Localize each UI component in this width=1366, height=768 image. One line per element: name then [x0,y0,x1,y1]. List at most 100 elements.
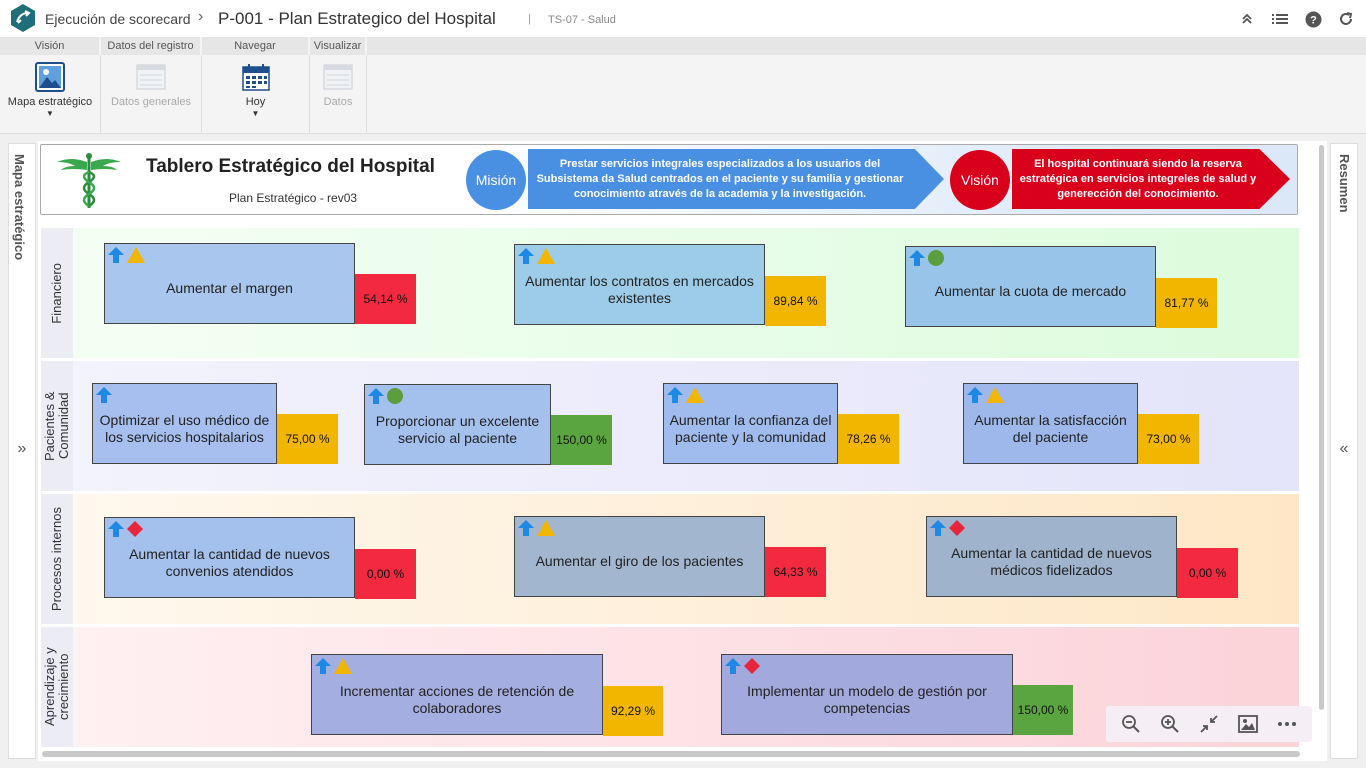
perspective-label: Pacientes & Comunidad [42,391,71,461]
objective-title: Aumentar el margen [166,280,293,296]
objective-percentage: 73,00 % [1138,414,1199,464]
perspective-label: Financiero [49,262,64,324]
status-circle-icon [928,250,944,266]
dropdown-caret-icon: ▼ [46,109,54,118]
ribbon-tab-datos-registro: Datos del registro [101,37,202,55]
datos-generales-button[interactable]: Datos generales [101,55,202,134]
expand-panel-icon[interactable]: » [10,440,34,458]
objective-card[interactable]: Incrementar acciones de retención de col… [311,654,603,735]
alert-diamond-icon [127,521,143,537]
objective-indicators [930,520,965,536]
objective-indicators [518,248,555,264]
breadcrumb-chevron-icon: › [198,8,204,25]
help-icon[interactable]: ? [1303,9,1323,29]
objective-card[interactable]: Aumentar el margen [104,243,355,324]
collapse-panel-icon[interactable]: « [1332,440,1356,458]
objective-percentage: 78,26 % [838,414,899,464]
trend-up-icon [518,248,534,264]
objective-title: Optimizar el uso médico de los servicios… [99,411,270,445]
mision-badge: Misión [466,150,526,210]
mapa-label: Mapa estratégico [7,96,93,108]
list-icon[interactable] [1270,9,1290,29]
strategy-map-canvas: Tablero Estratégico del Hospital Plan Es… [38,141,1327,761]
warning-triangle-icon [986,387,1004,403]
objective-title: Aumentar la cantidad de nuevos convenios… [129,545,330,579]
objective-title: Aumentar el giro de los pacientes [535,553,744,569]
form-icon [323,64,353,90]
objective-title: Proporcionar un excelente servicio al pa… [375,412,540,446]
app-logo-icon[interactable] [8,3,38,33]
trend-up-icon [967,387,983,403]
caduceus-icon [57,153,121,208]
trend-up-icon [930,520,946,536]
hoy-button[interactable]: Hoy ▼ [202,55,310,134]
trend-up-icon [108,247,124,263]
objective-indicators [909,250,944,266]
zoom-in-icon[interactable] [1158,712,1182,736]
horizontal-scrollbar[interactable] [42,751,1300,757]
datos-button[interactable]: Datos [310,55,367,134]
left-panel-mapa-estrategico: Mapa estratégico » [8,143,36,759]
scorecard-title: Tablero Estratégico del Hospital [146,156,435,177]
objective-card[interactable]: Aumentar la cuota de mercado [905,246,1156,327]
right-panel-title: Resumen [1337,154,1352,213]
objective-indicators [315,658,352,674]
objective-card[interactable]: Aumentar la satisfacción del paciente [963,383,1138,464]
objective-title: Aumentar la confianza del paciente y la … [669,411,832,445]
vision-text: El hospital continuará siendo la reserva… [1012,149,1290,209]
objective-card[interactable]: Proporcionar un excelente servicio al pa… [364,384,551,465]
left-panel-title: Mapa estratégico [12,154,27,261]
context-label: TS-07 - Salud [548,14,616,26]
objective-percentage: 150,00 % [1013,685,1073,735]
objective-percentage: 0,00 % [1177,548,1238,598]
trend-up-icon [909,250,925,266]
objective-card[interactable]: Aumentar la confianza del paciente y la … [663,383,838,464]
objective-title: Incrementar acciones de retención de col… [339,682,575,716]
vision-badge: Visión [950,150,1010,210]
objective-card[interactable]: Aumentar el giro de los pacientes [514,516,765,597]
objective-indicators [667,387,704,403]
warning-triangle-icon [537,520,555,536]
ribbon-tab-visualizar: Visualizar [310,37,367,55]
objective-card[interactable]: Aumentar los contratos en mercados exist… [514,244,765,325]
objective-title: Aumentar los contratos en mercados exist… [525,272,754,306]
vertical-scrollbar[interactable] [1319,145,1324,710]
scorecard-header: Tablero Estratégico del Hospital Plan Es… [40,144,1298,215]
fit-screen-icon[interactable] [1197,712,1221,736]
export-image-icon[interactable] [1236,712,1260,736]
trend-up-icon [96,387,112,403]
objective-card[interactable]: Aumentar la cantidad de nuevos médicos f… [926,516,1177,597]
mapa-estrategico-button[interactable]: Mapa estratégico ▼ [0,55,101,134]
collapse-up-icon[interactable] [1237,9,1257,29]
warning-triangle-icon [334,658,352,674]
ribbon-tab-vision: Visión [0,37,101,55]
objective-indicators [967,387,1004,403]
datos-generales-label: Datos generales [110,96,192,108]
objective-indicators [725,658,760,674]
top-actions: ? [1237,9,1356,29]
objective-percentage: 150,00 % [551,415,612,465]
objective-card[interactable]: Implementar un modelo de gestión por com… [721,654,1013,735]
dropdown-caret-icon: ▼ [251,109,260,118]
objective-title: Aumentar la satisfacción del paciente [974,411,1127,445]
objective-percentage: 54,14 % [355,274,416,324]
trend-up-icon [667,387,683,403]
objective-percentage: 0,00 % [355,549,416,599]
objective-card[interactable]: Aumentar la cantidad de nuevos convenios… [104,517,355,598]
objective-percentage: 64,33 % [765,547,826,597]
hoy-label: Hoy [245,96,266,108]
trend-up-icon [368,388,384,404]
perspective-label: Procesos internos [49,506,64,612]
ribbon-tab-navegar: Navegar [202,37,310,55]
objective-card[interactable]: Optimizar el uso médico de los servicios… [92,383,277,464]
trend-up-icon [315,658,331,674]
alert-diamond-icon [949,520,965,536]
objective-indicators [518,520,555,536]
refresh-icon[interactable] [1336,9,1356,29]
breadcrumb-section[interactable]: Ejecución de scorecard [45,11,191,27]
more-options-icon[interactable] [1275,712,1299,736]
zoom-out-icon[interactable] [1119,712,1143,736]
datos-label: Datos [323,96,353,108]
divider: | [528,13,531,25]
svg-text:?: ? [1310,14,1317,26]
